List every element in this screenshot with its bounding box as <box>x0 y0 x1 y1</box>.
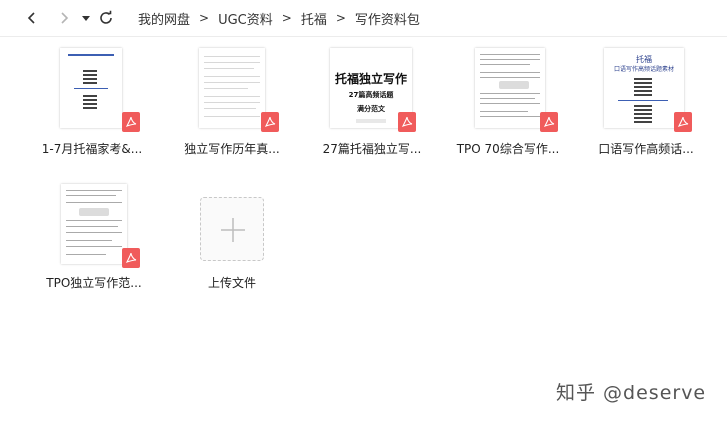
breadcrumb-item-toefl[interactable]: 托福 <box>301 9 327 28</box>
pdf-icon <box>398 112 416 132</box>
file-name: 口语写作高频话... <box>598 142 694 156</box>
toolbar: 我的网盘 > UGC资料 > 托福 > 写作资料包 <box>0 0 727 36</box>
pdf-icon <box>261 112 279 132</box>
file-item[interactable]: 独立写作历年真... <box>172 46 292 166</box>
upload-file-button[interactable] <box>200 197 264 261</box>
file-item[interactable]: 1-7月托福家考&... <box>32 46 152 166</box>
breadcrumb: 我的网盘 > UGC资料 > 托福 > 写作资料包 <box>138 0 420 36</box>
watermark: 知乎 @deserve <box>556 382 707 404</box>
file-name: 1-7月托福家考&... <box>41 142 143 156</box>
breadcrumb-item-my-drive[interactable]: 我的网盘 <box>138 9 190 28</box>
file-name: 独立写作历年真... <box>184 142 280 156</box>
thumbnail-subtitle: 27篇高频话题 <box>348 91 394 99</box>
upload-file-label: 上传文件 <box>207 276 256 290</box>
back-button[interactable] <box>20 6 44 30</box>
breadcrumb-separator: > <box>281 11 292 25</box>
forward-button[interactable] <box>52 6 76 30</box>
thumbnail-subtitle: 口语写作高频话题素材 <box>613 66 674 73</box>
plus-icon <box>221 218 245 242</box>
caret-down-icon <box>82 16 90 21</box>
file-item[interactable]: 托福独立写作 27篇高频话题 满分范文 27篇托福独立写... <box>312 46 432 166</box>
refresh-icon <box>100 10 112 24</box>
breadcrumb-item-ugc[interactable]: UGC资料 <box>218 9 273 28</box>
pdf-icon <box>674 112 692 132</box>
file-thumbnail: 托福 口语写作高频话题素材 <box>604 48 684 128</box>
refresh-button[interactable] <box>94 6 118 30</box>
file-item[interactable]: 托福 口语写作高频话题素材 口语写作高频话... <box>586 46 706 166</box>
thumbnail-title: 托福独立写作 <box>334 72 407 86</box>
file-name: TPO独立写作范... <box>46 276 142 290</box>
file-item[interactable]: TPO独立写作范... <box>34 182 154 302</box>
chevron-right-icon <box>61 12 69 24</box>
chevron-left-icon <box>27 12 35 24</box>
file-name: TPO 70综合写作... <box>456 142 560 156</box>
file-item[interactable]: TPO 70综合写作... <box>448 46 568 166</box>
file-thumbnail <box>475 48 545 128</box>
file-thumbnail <box>199 48 265 128</box>
breadcrumb-item-writing-pack[interactable]: 写作资料包 <box>355 9 420 28</box>
file-thumbnail <box>61 184 127 264</box>
breadcrumb-separator: > <box>199 11 210 25</box>
pdf-icon <box>122 112 140 132</box>
pdf-icon <box>540 112 558 132</box>
file-thumbnail <box>60 48 122 128</box>
pdf-icon <box>122 248 140 268</box>
file-name: 27篇托福独立写... <box>322 142 422 156</box>
breadcrumb-separator: > <box>335 11 346 25</box>
toolbar-divider <box>0 36 727 37</box>
